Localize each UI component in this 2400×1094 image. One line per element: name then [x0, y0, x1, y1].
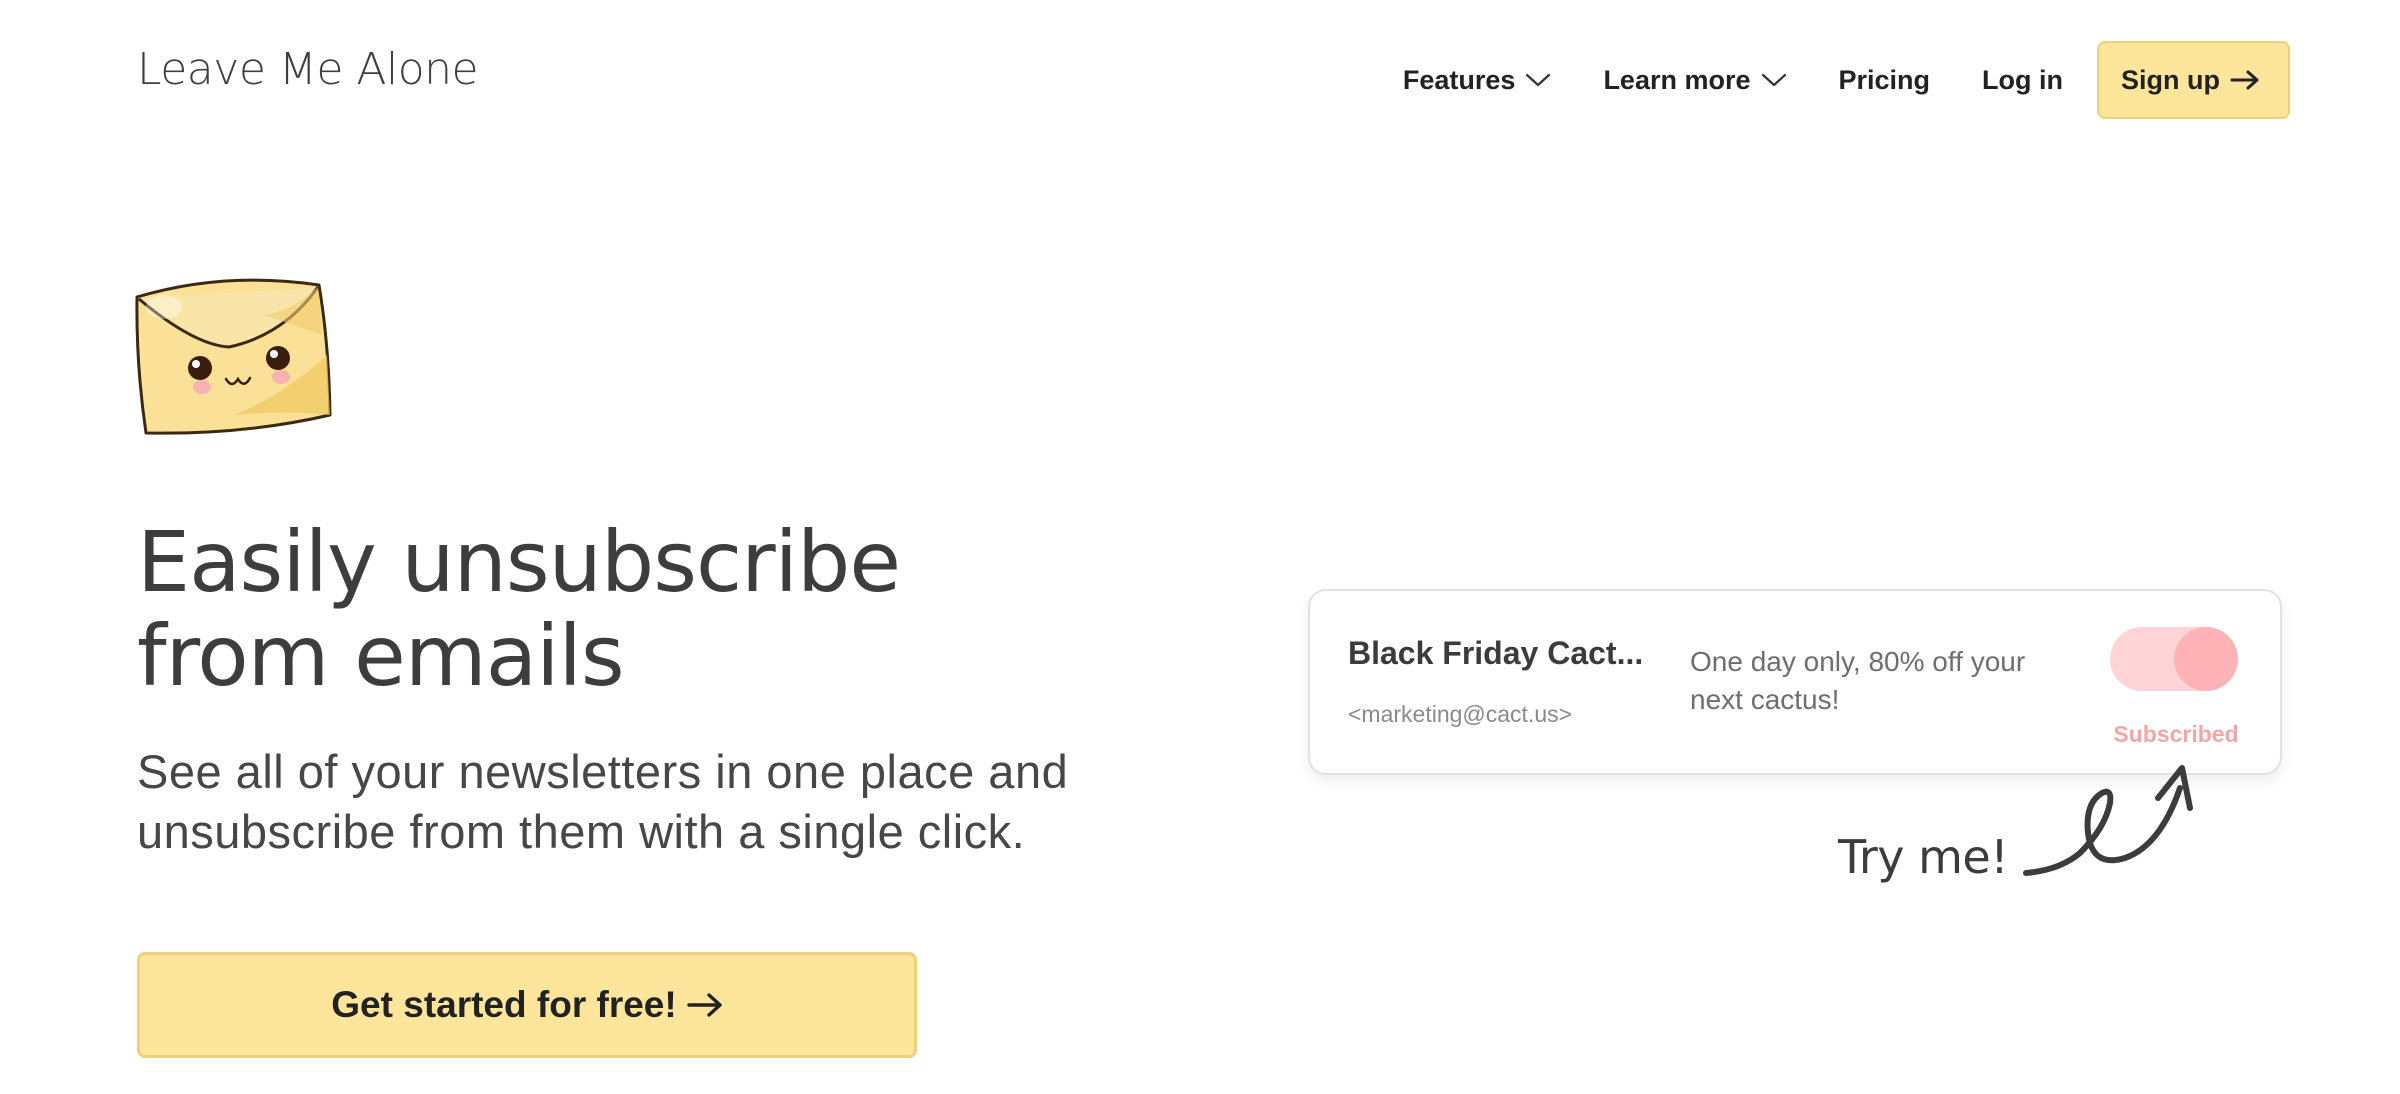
nav-log-in[interactable]: Log in [1982, 65, 2063, 96]
subscription-toggle[interactable] [2110, 627, 2238, 691]
main-nav: Features Learn more Pricing Log in Sign … [1351, 40, 2290, 120]
get-started-button[interactable]: Get started for free! [137, 952, 917, 1058]
hero-headline-line2: from emails [137, 607, 625, 705]
hero-subline-line1: See all of your newsletters in one place… [137, 745, 1069, 798]
nav-pricing[interactable]: Pricing [1839, 65, 1931, 96]
subscription-status: Subscribed [2113, 721, 2239, 747]
toggle-knob [2174, 627, 2238, 691]
hero-headline: Easily unsubscribe from emails [137, 515, 1137, 703]
nav-learn-more-label: Learn more [1603, 64, 1751, 95]
chevron-down-icon [1761, 73, 1786, 87]
card-description-line2: next cactus! [1690, 684, 1840, 715]
logo[interactable]: Leave Me Alone [137, 44, 479, 95]
hero-headline-line1: Easily unsubscribe [137, 513, 901, 611]
get-started-label: Get started for free! [331, 984, 677, 1025]
envelope-mascot-icon [135, 278, 332, 435]
chevron-down-icon [1526, 73, 1551, 87]
card-description-line1: One day only, 80% off your [1690, 646, 2026, 677]
arrow-right-icon [2230, 70, 2259, 90]
arrow-right-icon [687, 993, 722, 1017]
nav-learn-more[interactable]: Learn more [1603, 65, 1786, 96]
demo-subscription-card: Black Friday Cact... <marketing@cact.us>… [1308, 589, 2282, 775]
sign-up-button[interactable]: Sign up [2097, 41, 2290, 119]
card-title: Black Friday Cact... [1348, 635, 1644, 671]
squiggle-arrow-icon [2023, 765, 2193, 876]
hero-subline-line2: unsubscribe from them with a single clic… [137, 805, 1026, 858]
sign-up-label: Sign up [2121, 64, 2220, 95]
card-sender: <marketing@cact.us> [1348, 701, 1573, 727]
hero-subline: See all of your newsletters in one place… [137, 742, 1237, 862]
nav-features[interactable]: Features [1403, 65, 1552, 96]
try-me-label: Try me! [1838, 830, 2009, 884]
card-description: One day only, 80% off your next cactus! [1690, 643, 2080, 719]
nav-features-label: Features [1402, 64, 1516, 95]
